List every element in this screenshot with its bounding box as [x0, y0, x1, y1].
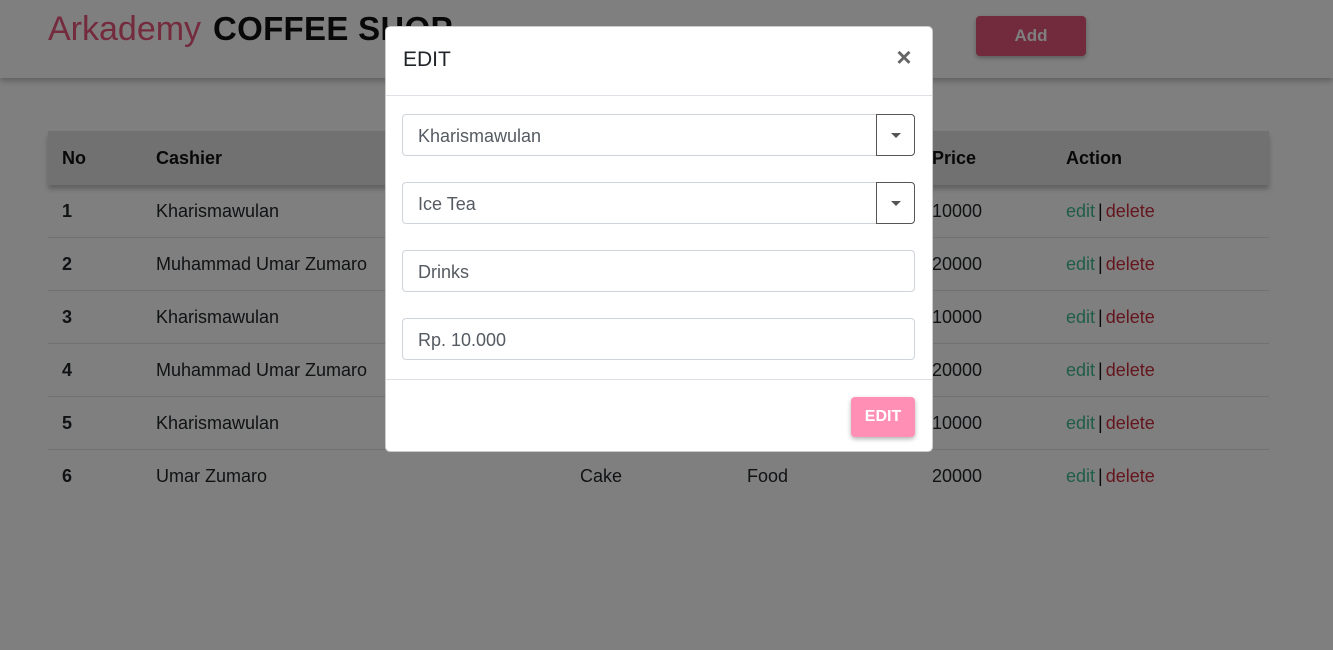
cashier-select-value: Kharismawulan: [418, 126, 542, 146]
product-dropdown-toggle[interactable]: [876, 182, 915, 224]
caret-down-icon: [891, 201, 901, 206]
edit-submit-button[interactable]: EDIT: [851, 397, 915, 437]
modal-header: EDIT ×: [386, 27, 932, 96]
cashier-dropdown-toggle[interactable]: [876, 114, 915, 156]
product-select-value: Ice Tea: [418, 194, 476, 214]
price-field[interactable]: Rp. 10.000: [402, 318, 915, 360]
price-field-value: Rp. 10.000: [418, 330, 507, 350]
edit-modal: EDIT × Kharismawulan Ice Tea Drinks Rp. …: [385, 26, 933, 452]
caret-down-icon: [891, 133, 901, 138]
category-field[interactable]: Drinks: [402, 250, 915, 292]
cashier-select[interactable]: Kharismawulan: [402, 114, 915, 156]
product-select[interactable]: Ice Tea: [402, 182, 915, 224]
modal-title: EDIT: [403, 48, 451, 71]
close-icon[interactable]: ×: [892, 43, 916, 71]
category-field-value: Drinks: [418, 262, 470, 282]
modal-body: Kharismawulan Ice Tea Drinks Rp. 10.000: [386, 96, 932, 380]
modal-footer: EDIT: [386, 380, 932, 453]
